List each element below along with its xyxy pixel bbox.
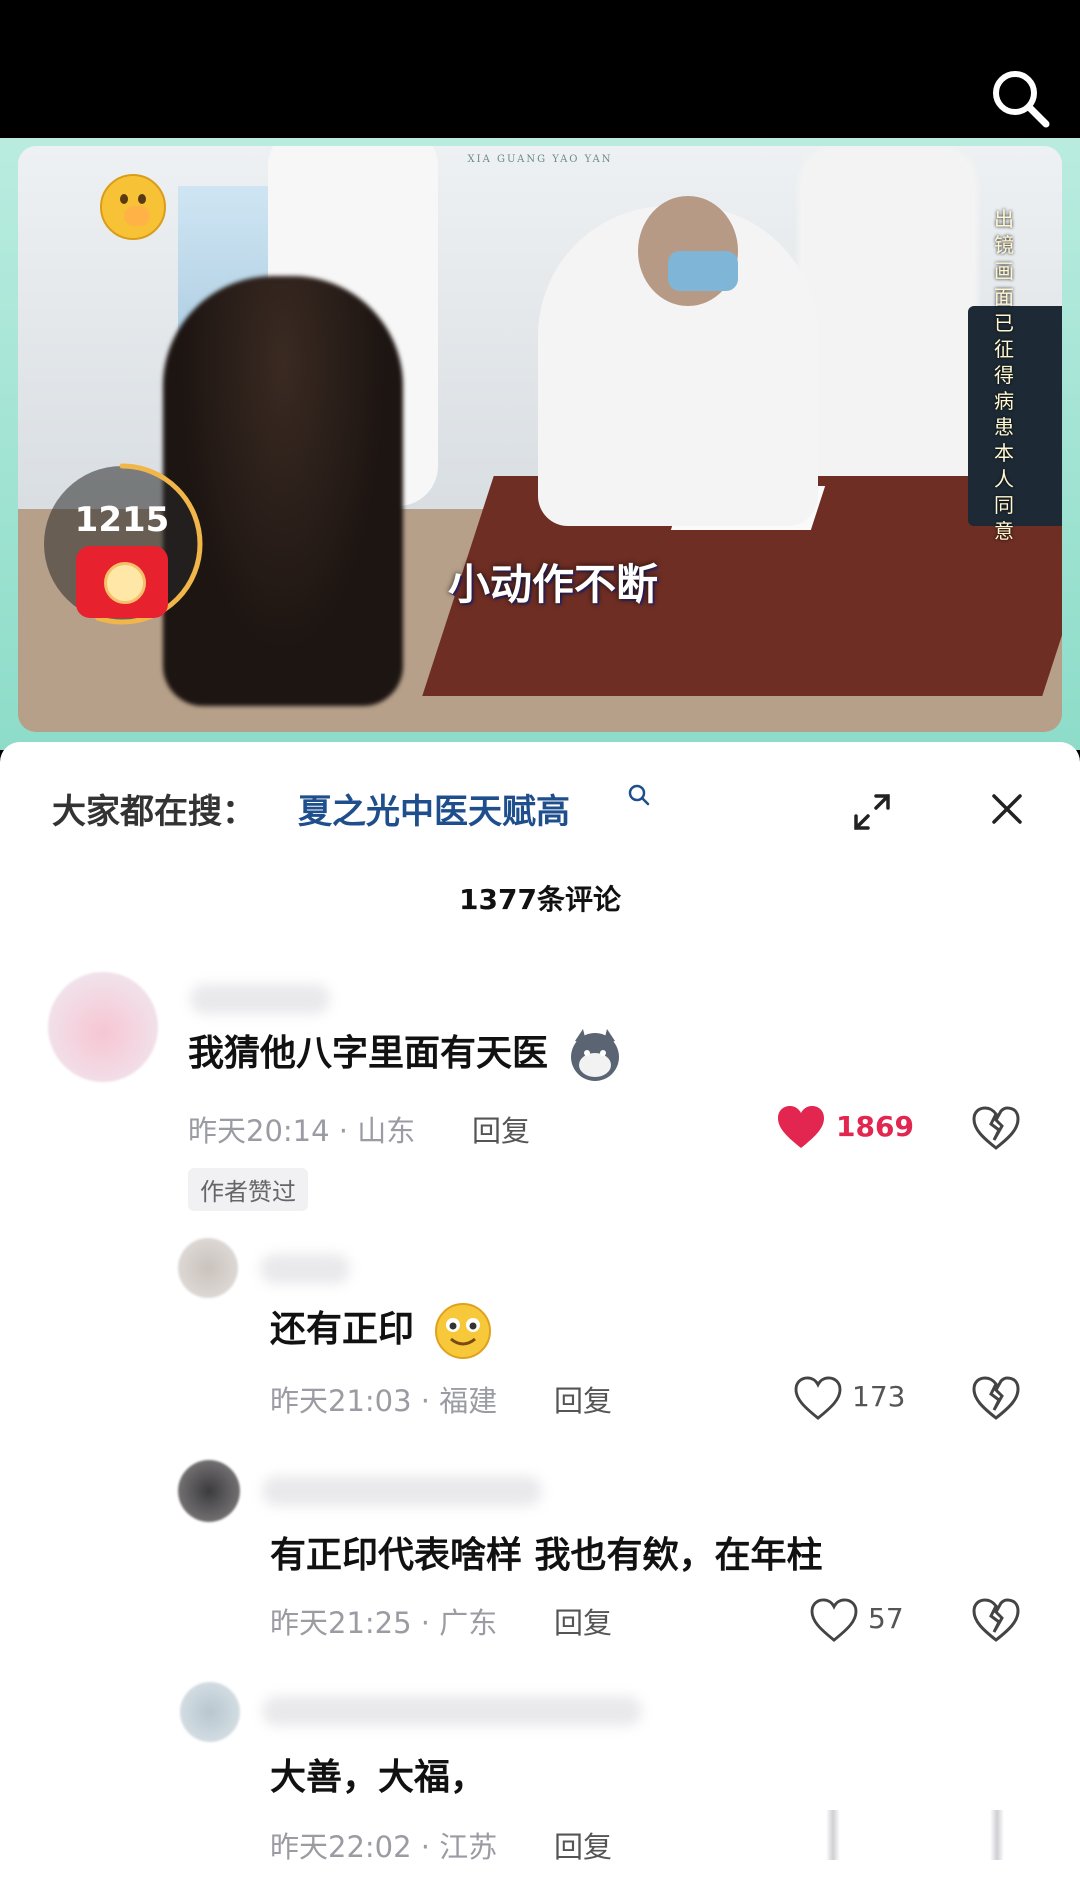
username-blurred[interactable]	[262, 1476, 542, 1506]
video-consent-note: 出镜画面已征得病患本人同意	[994, 207, 1014, 543]
comment-panel: 大家都在搜： 夏之光中医天赋高 1377条评论 我猜他八字里面有天医 昨天20:…	[0, 742, 1080, 1888]
hush-emoji	[100, 174, 166, 240]
comment-time: 昨天20:14	[188, 1114, 330, 1148]
avatar[interactable]	[48, 972, 158, 1082]
close-icon[interactable]	[990, 792, 1024, 826]
dislike-placeholder	[990, 1810, 1004, 1860]
username-blurred[interactable]	[190, 984, 330, 1014]
reply-button[interactable]: 回复	[554, 1824, 612, 1866]
scene-standing-doctor-right	[798, 146, 978, 506]
red-packet-widget[interactable]: 1215	[36, 458, 208, 630]
comment-meta: 昨天20:14 · 山东	[188, 1114, 416, 1148]
like-placeholder	[826, 1810, 840, 1860]
expand-icon[interactable]	[852, 792, 892, 832]
video-brand-text: XIA GUANG YAO YAN	[467, 154, 613, 165]
comment-text: 我猜他八字里面有天医	[188, 1024, 623, 1083]
hot-search-link[interactable]: 夏之光中医天赋高	[298, 784, 570, 833]
heart-icon[interactable]	[776, 1104, 826, 1150]
like-count: 57	[868, 1602, 904, 1635]
comment-meta: 昨天22:02 · 江苏	[270, 1830, 498, 1864]
video-frame: XIA GUANG YAO YAN 小动作不断 出镜画面已征得病患本人同意	[18, 146, 1062, 732]
like-count: 173	[852, 1380, 906, 1413]
smile-emoji	[434, 1303, 491, 1359]
comment-location: 广东	[439, 1606, 498, 1640]
like-count: 1869	[836, 1110, 914, 1143]
reply-button[interactable]: 回复	[554, 1600, 612, 1642]
comment-location: 江苏	[439, 1830, 498, 1864]
comment-location: 福建	[439, 1384, 498, 1418]
video-player[interactable]: XIA GUANG YAO YAN 小动作不断 出镜画面已征得病患本人同意 12…	[0, 138, 1080, 750]
heart-outline-icon[interactable]	[794, 1376, 842, 1420]
video-caption: 小动作不断	[448, 560, 659, 609]
red-packet-count: 1215	[74, 500, 170, 540]
comment-time: 昨天21:03	[270, 1384, 412, 1418]
comment-count: 1377条评论	[459, 883, 621, 916]
avatar[interactable]	[180, 1682, 240, 1742]
search-icon[interactable]	[988, 66, 1052, 130]
comment-text: 大善，大福，	[270, 1757, 487, 1798]
comment-time: 昨天22:02	[270, 1830, 412, 1864]
broken-heart-icon[interactable]	[972, 1376, 1020, 1420]
username-blurred[interactable]	[260, 1254, 350, 1284]
heart-outline-icon[interactable]	[810, 1598, 858, 1642]
comment-location: 山东	[357, 1114, 416, 1148]
comment-meta: 昨天21:25 · 广东	[270, 1606, 498, 1640]
red-packet-icon	[76, 546, 168, 618]
search-mini-icon[interactable]	[628, 784, 650, 808]
author-liked-badge: 作者赞过	[188, 1168, 308, 1211]
reply-button[interactable]: 回复	[554, 1378, 612, 1420]
reply-button[interactable]: 回复	[472, 1108, 530, 1150]
avatar[interactable]	[178, 1460, 240, 1522]
avatar[interactable]	[178, 1238, 238, 1298]
comment-text: 有正印代表啥样 我也有欸，在年柱	[270, 1535, 823, 1576]
comment-text: 还有正印	[270, 1300, 493, 1361]
broken-heart-icon[interactable]	[972, 1598, 1020, 1642]
scene-doctor-mask	[668, 251, 738, 291]
hot-search-label: 大家都在搜：	[52, 792, 256, 832]
comment-time: 昨天21:25	[270, 1606, 412, 1640]
username-blurred[interactable]	[262, 1696, 642, 1726]
husky-emoji	[570, 1029, 619, 1081]
comment-meta: 昨天21:03 · 福建	[270, 1384, 498, 1418]
top-bar	[0, 0, 1080, 138]
broken-heart-icon[interactable]	[972, 1106, 1020, 1150]
